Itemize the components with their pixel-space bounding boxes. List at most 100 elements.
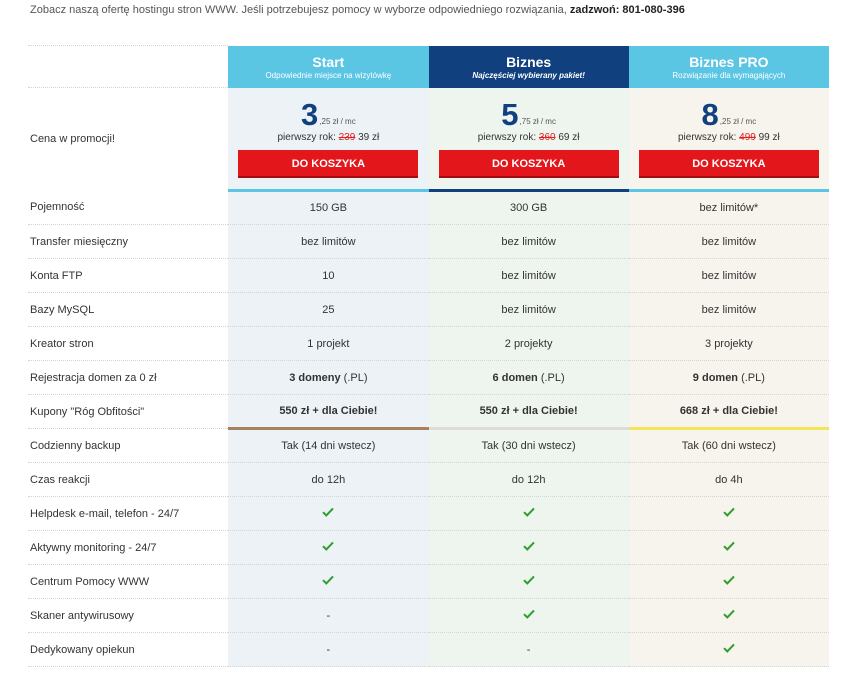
feature-row: Dedykowany opiekun - - xyxy=(28,632,829,667)
feature-value-text: bez limitów xyxy=(701,269,757,282)
feature-value-text: - xyxy=(526,643,531,656)
intro-description: Zobacz naszą ofertę hostingu stron WWW. … xyxy=(30,4,567,16)
feature-value-start: bez limitów xyxy=(228,224,429,259)
feature-label: Czas reakcji xyxy=(28,462,229,497)
check-icon xyxy=(322,507,335,517)
feature-value-start: 25 xyxy=(228,292,429,327)
feature-value-text: 25 xyxy=(322,303,335,316)
add-to-cart-button-biznes-pro[interactable]: DO KOSZYKA xyxy=(638,149,819,178)
feature-value-pro xyxy=(628,632,829,667)
feature-value-biznes: 2 projekty xyxy=(428,326,629,361)
feature-value-biznes xyxy=(428,598,629,633)
feature-value-start: 1 projekt xyxy=(228,326,429,361)
feature-value-text: 2 projekty xyxy=(504,337,553,350)
plan-header-biznes-pro: Biznes PRO Rozwiązanie dla wymagających xyxy=(628,45,829,88)
feature-value-biznes: 6 domen (.PL) xyxy=(428,360,629,395)
first-year-price: pierwszy rok: 499 99 zł xyxy=(629,132,829,143)
feature-value-start: 10 xyxy=(228,258,429,293)
feature-value-text: Tak (60 dni wstecz) xyxy=(681,440,776,452)
price-cell-start: 3 ,25 zł / mc pierwszy rok: 239 39 zł DO… xyxy=(228,87,429,192)
first-year-label: pierwszy rok: xyxy=(277,131,336,143)
feature-value-pro: bez limitów* xyxy=(628,190,829,225)
feature-value-pro: Tak (60 dni wstecz) xyxy=(628,428,829,463)
feature-value-biznes: 300 GB xyxy=(428,190,629,225)
feature-value-text: (.PL) xyxy=(738,371,765,384)
feature-value-bold: 9 domen xyxy=(692,371,739,384)
first-year-price: pierwszy rok: 360 69 zł xyxy=(429,132,629,143)
price-label: Cena w promocji! xyxy=(28,87,229,191)
plans-header-row: Start Odpowiednie miejsce na wizytówkę B… xyxy=(28,45,829,88)
feature-value-start: Tak (14 dni wstecz) xyxy=(228,428,429,463)
price-display: 3 ,25 zł / mc xyxy=(228,99,428,130)
intro-phone: zadzwoń: 801-080-396 xyxy=(569,4,685,16)
plan-name: Start xyxy=(312,54,345,70)
plan-subtitle: Odpowiednie miejsce na wizytówkę xyxy=(265,71,392,80)
check-icon xyxy=(522,541,535,551)
feature-value-biznes: 550 zł + dla Ciebie! xyxy=(428,394,629,430)
check-icon xyxy=(522,507,535,517)
feature-value-biznes xyxy=(428,530,629,565)
feature-value-start xyxy=(228,564,429,599)
feature-row: Aktywny monitoring - 24/7 xyxy=(28,530,829,565)
feature-value-biznes: bez limitów xyxy=(428,292,629,327)
feature-value-pro: do 4h xyxy=(628,462,829,497)
pricing-table: Start Odpowiednie miejsce na wizytówkę B… xyxy=(28,45,829,667)
feature-value-pro: bez limitów xyxy=(628,224,829,259)
feature-value-start: do 12h xyxy=(228,462,429,497)
check-icon xyxy=(522,609,535,619)
feature-label: Kreator stron xyxy=(28,326,229,361)
feature-value-pro: 3 projekty xyxy=(628,326,829,361)
feature-row: Kreator stron 1 projekt 2 projekty 3 projek… xyxy=(28,326,829,361)
price-cell-biznes-pro: 8 ,25 zł / mc pierwszy rok: 499 99 zł DO… xyxy=(628,87,829,192)
feature-value-bold: 550 zł + dla Ciebie! xyxy=(279,405,378,417)
add-to-cart-button-biznes[interactable]: DO KOSZYKA xyxy=(438,149,619,178)
feature-value-start xyxy=(228,496,429,531)
feature-value-text: bez limitów xyxy=(501,303,556,316)
feature-value-text: do 12h xyxy=(511,473,546,486)
feature-value-start: 3 domeny (.PL) xyxy=(228,360,429,395)
price-display: 5 ,75 zł / mc xyxy=(429,96,629,132)
feature-row: Rejestracja domen za 0 zł 3 domeny (.PL) 6… xyxy=(28,360,829,395)
first-year-label: pierwszy rok: xyxy=(477,131,537,143)
feature-value-text: Tak (14 dni wstecz) xyxy=(281,440,376,452)
feature-value-biznes: - xyxy=(428,632,629,667)
feature-value-pro: bez limitów xyxy=(628,258,829,293)
feature-value-pro: 9 domen (.PL) xyxy=(628,360,829,395)
feature-value-text: bez limitów* xyxy=(699,202,759,214)
feature-value-biznes: bez limitów xyxy=(428,224,629,259)
feature-value-bold: 6 domen xyxy=(492,371,538,384)
feature-label: Kupony "Róg Obfitości" xyxy=(28,394,229,429)
new-price: 99 zł xyxy=(758,131,780,143)
feature-row: Bazy MySQL 25 bez limitów bez limitów xyxy=(28,292,829,327)
feature-value-start xyxy=(228,530,429,565)
first-year-price: pierwszy rok: 239 39 zł xyxy=(228,132,428,143)
feature-value-text: 150 GB xyxy=(309,202,348,214)
feature-value-bold: 3 domeny xyxy=(289,371,341,384)
check-icon xyxy=(322,541,335,551)
feature-label: Skaner antywirusowy xyxy=(28,598,229,633)
feature-value-pro: 668 zł + dla Ciebie! xyxy=(628,394,829,430)
plan-header-start: Start Odpowiednie miejsce na wizytówkę xyxy=(228,45,429,88)
check-icon xyxy=(723,609,735,619)
plan-name: Biznes PRO xyxy=(689,54,769,70)
feature-value-start: 550 zł + dla Ciebie! xyxy=(228,394,429,430)
feature-value-text: (.PL) xyxy=(340,371,368,384)
feature-value-text: 300 GB xyxy=(509,202,548,214)
feature-value-start: - xyxy=(228,632,429,667)
feature-value-text: - xyxy=(326,609,331,622)
price-display: 8 ,25 zł / mc xyxy=(629,99,829,130)
feature-value-text: Tak (30 dni wstecz) xyxy=(481,440,576,452)
price-big: 5 xyxy=(501,96,519,132)
feature-value-text: do 12h xyxy=(311,473,346,486)
feature-label: Transfer miesięczny xyxy=(28,224,229,259)
feature-row: Transfer miesięczny bez limitów bez limitó… xyxy=(28,224,829,259)
price-small: ,75 zł / mc xyxy=(519,116,556,126)
feature-value-biznes xyxy=(428,496,629,531)
add-to-cart-button-start[interactable]: DO KOSZYKA xyxy=(238,149,419,178)
feature-value-text: bez limitów xyxy=(501,235,556,248)
feature-value-biznes xyxy=(428,564,629,599)
header-blank-cell xyxy=(28,45,229,88)
old-price: 360 xyxy=(538,131,556,143)
feature-row: Helpdesk e-mail, telefon - 24/7 xyxy=(28,496,829,531)
feature-label: Rejestracja domen za 0 zł xyxy=(28,360,229,395)
